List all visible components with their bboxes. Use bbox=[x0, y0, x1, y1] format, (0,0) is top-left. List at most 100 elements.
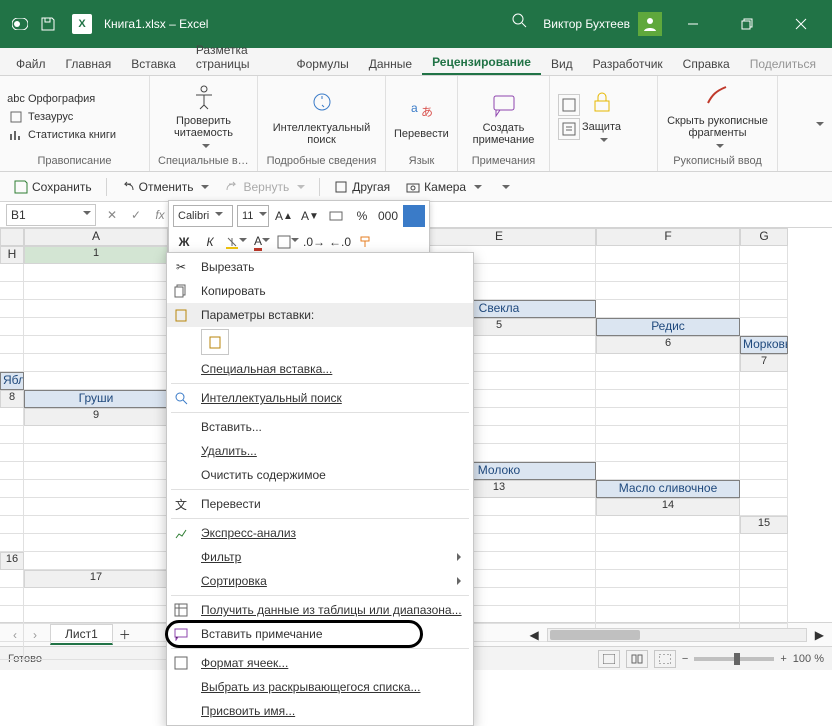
cm-insert-comment[interactable]: Вставить примечание bbox=[167, 622, 473, 646]
cell[interactable] bbox=[596, 282, 740, 300]
cell[interactable] bbox=[596, 570, 740, 588]
grow-font-icon[interactable]: A▲ bbox=[273, 205, 295, 227]
ribbon-collapse[interactable] bbox=[812, 117, 824, 131]
cm-sort[interactable]: Сортировка bbox=[167, 569, 473, 593]
cm-format[interactable]: Формат ячеек... bbox=[167, 651, 473, 675]
tab-data[interactable]: Данные bbox=[359, 53, 422, 75]
cell[interactable] bbox=[740, 390, 788, 408]
cell[interactable] bbox=[24, 462, 168, 480]
bold-icon[interactable]: Ж bbox=[173, 231, 195, 253]
cell[interactable] bbox=[0, 480, 24, 498]
borders-icon[interactable] bbox=[277, 231, 299, 253]
cell[interactable] bbox=[740, 588, 788, 606]
cell[interactable] bbox=[596, 264, 740, 282]
cell[interactable] bbox=[596, 552, 740, 570]
cell[interactable] bbox=[24, 426, 168, 444]
cm-paste-special[interactable]: Специальная вставка... bbox=[167, 357, 473, 381]
cm-smart[interactable]: Интеллектуальный поиск bbox=[167, 386, 473, 410]
cell[interactable]: Масло сливочное bbox=[596, 480, 740, 498]
col-header[interactable]: H bbox=[0, 246, 24, 264]
cell[interactable] bbox=[24, 642, 168, 660]
cell[interactable]: Морковь bbox=[740, 336, 788, 354]
tab-review[interactable]: Рецензирование bbox=[422, 51, 541, 75]
restore-button[interactable] bbox=[724, 0, 770, 48]
cell[interactable] bbox=[596, 606, 740, 624]
font-size-select[interactable]: 11 bbox=[237, 205, 269, 227]
cell[interactable] bbox=[24, 336, 168, 354]
cm-insert[interactable]: Вставить... bbox=[167, 415, 473, 439]
cell[interactable] bbox=[740, 498, 788, 516]
comma-icon[interactable]: 000 bbox=[377, 205, 399, 227]
cell[interactable] bbox=[24, 624, 168, 642]
cm-pick[interactable]: Выбрать из раскрывающегося списка... bbox=[167, 675, 473, 699]
new-comment-button[interactable]: Создать примечание bbox=[466, 88, 541, 146]
cell[interactable] bbox=[0, 318, 24, 336]
cm-translate[interactable]: 文Перевести bbox=[167, 492, 473, 516]
row-header[interactable]: 17 bbox=[24, 570, 168, 588]
cm-get-data[interactable]: Получить данные из таблицы или диапазона… bbox=[167, 598, 473, 622]
cell[interactable] bbox=[596, 390, 740, 408]
notes-icon[interactable] bbox=[558, 94, 580, 116]
cell[interactable] bbox=[0, 606, 24, 624]
tab-file[interactable]: Файл bbox=[6, 53, 56, 75]
cell[interactable] bbox=[596, 246, 740, 264]
cell[interactable] bbox=[24, 534, 168, 552]
col-header[interactable]: E bbox=[402, 228, 596, 246]
paste-default[interactable] bbox=[201, 329, 229, 355]
cell[interactable] bbox=[0, 300, 24, 318]
user-avatar[interactable] bbox=[638, 12, 662, 36]
cell[interactable] bbox=[0, 444, 24, 462]
row-header[interactable]: 14 bbox=[596, 498, 740, 516]
decimal-dec-icon[interactable]: ←.0 bbox=[329, 231, 351, 253]
qat-redo[interactable]: Вернуть bbox=[219, 178, 311, 196]
merge-icon[interactable] bbox=[325, 205, 347, 227]
autosave-toggle[interactable] bbox=[8, 12, 32, 36]
cell[interactable] bbox=[0, 642, 24, 660]
zoom-slider[interactable] bbox=[694, 657, 774, 661]
cell[interactable] bbox=[0, 336, 24, 354]
cell[interactable] bbox=[740, 246, 788, 264]
cell[interactable] bbox=[740, 552, 788, 570]
cell[interactable] bbox=[0, 282, 24, 300]
col-header[interactable]: A bbox=[24, 228, 168, 246]
cell[interactable] bbox=[740, 570, 788, 588]
cell[interactable]: Груши bbox=[24, 390, 168, 408]
cell[interactable] bbox=[24, 318, 168, 336]
tab-developer[interactable]: Разработчик bbox=[583, 53, 673, 75]
format-painter-icon[interactable] bbox=[355, 231, 377, 253]
font-color-icon[interactable]: A bbox=[251, 231, 273, 253]
save-icon[interactable] bbox=[36, 12, 60, 36]
cell[interactable] bbox=[0, 624, 24, 642]
cell[interactable] bbox=[596, 426, 740, 444]
cell[interactable] bbox=[596, 408, 740, 426]
tab-help[interactable]: Справка bbox=[673, 53, 740, 75]
col-header[interactable]: F bbox=[596, 228, 740, 246]
cell[interactable] bbox=[740, 408, 788, 426]
cell[interactable] bbox=[740, 426, 788, 444]
cell[interactable] bbox=[596, 534, 740, 552]
qat-undo[interactable]: Отменить bbox=[115, 178, 216, 196]
cm-filter[interactable]: Фильтр bbox=[167, 545, 473, 569]
name-box[interactable]: B1 bbox=[6, 204, 96, 226]
cm-delete[interactable]: Удалить... bbox=[167, 439, 473, 463]
font-select[interactable]: Calibri bbox=[173, 205, 233, 227]
cell[interactable] bbox=[24, 444, 168, 462]
tab-formulas[interactable]: Формулы bbox=[287, 53, 359, 75]
fx-icon[interactable]: fx bbox=[150, 205, 170, 225]
cm-cut[interactable]: ✂Вырезать bbox=[167, 255, 473, 279]
row-header[interactable]: 1 bbox=[24, 246, 168, 264]
cell[interactable] bbox=[740, 606, 788, 624]
tab-insert[interactable]: Вставка bbox=[121, 53, 186, 75]
search-icon[interactable] bbox=[511, 12, 535, 36]
translate-button[interactable]: aあ Перевести bbox=[394, 94, 449, 140]
cell[interactable] bbox=[596, 372, 740, 390]
cell[interactable] bbox=[0, 264, 24, 282]
percent-icon[interactable]: % bbox=[351, 205, 373, 227]
fill-color-icon[interactable] bbox=[225, 231, 247, 253]
close-button[interactable] bbox=[778, 0, 824, 48]
cell[interactable] bbox=[740, 282, 788, 300]
decimal-inc-icon[interactable]: .0→ bbox=[303, 231, 325, 253]
cell[interactable] bbox=[0, 408, 24, 426]
italic-icon[interactable]: К bbox=[199, 231, 221, 253]
cell[interactable] bbox=[0, 426, 24, 444]
